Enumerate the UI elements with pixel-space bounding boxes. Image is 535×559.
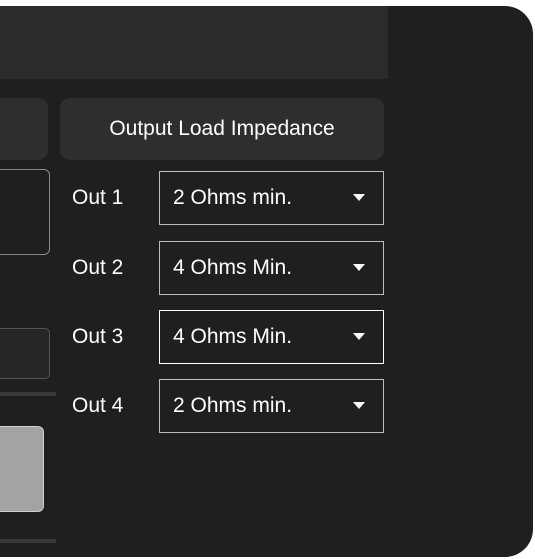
output-load-impedance-header: Output Load Impedance: [60, 98, 384, 160]
dropdown-value: 4 Ohms Min.: [173, 325, 293, 348]
app-window: Output Load Impedance Out 1 2 Ohms min. …: [0, 6, 533, 557]
impedance-dropdown-out-3[interactable]: 4 Ohms Min.: [159, 310, 384, 364]
output-row-3: Out 3 4 Ohms Min.: [72, 310, 385, 364]
output-row-2: Out 2 4 Ohms Min.: [72, 241, 385, 295]
left-divider: [0, 392, 56, 396]
dropdown-value: 2 Ohms min.: [173, 394, 293, 417]
dropdown-value: 4 Ohms Min.: [173, 256, 293, 279]
chevron-down-icon: [353, 264, 365, 271]
left-section-header: [0, 98, 48, 160]
left-button[interactable]: [0, 426, 44, 512]
impedance-dropdown-out-4[interactable]: 2 Ohms min.: [159, 379, 384, 433]
section-title: Output Load Impedance: [109, 117, 335, 140]
chevron-down-icon: [353, 402, 365, 409]
output-row-4: Out 4 2 Ohms min.: [72, 379, 385, 433]
dropdown-value: 2 Ohms min.: [173, 186, 293, 209]
chevron-down-icon: [353, 333, 365, 340]
output-label: Out 2: [72, 256, 124, 279]
chevron-down-icon: [353, 194, 365, 201]
output-row-1: Out 1 2 Ohms min.: [72, 171, 385, 225]
left-input-field[interactable]: [0, 328, 50, 379]
impedance-dropdown-out-2[interactable]: 4 Ohms Min.: [159, 241, 384, 295]
impedance-dropdown-out-1[interactable]: 2 Ohms min.: [159, 171, 384, 225]
left-panel-box[interactable]: [0, 169, 50, 255]
output-label: Out 3: [72, 325, 124, 348]
output-label: Out 4: [72, 394, 124, 417]
left-divider-bottom: [0, 539, 56, 543]
top-bar: [0, 6, 388, 79]
output-label: Out 1: [72, 186, 124, 209]
